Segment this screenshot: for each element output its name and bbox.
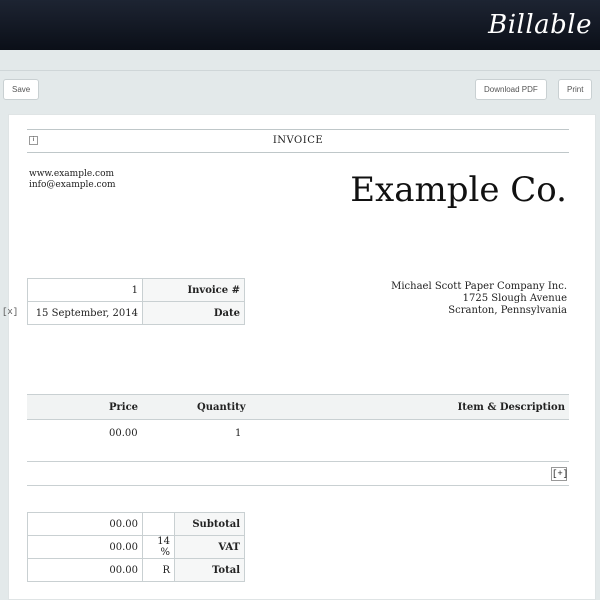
contact-block: www.example.com info@example.com xyxy=(29,169,116,191)
vat-row: 00.00 14 % VAT xyxy=(27,535,245,559)
subtotal-label: Subtotal xyxy=(174,512,245,536)
print-button[interactable]: Print xyxy=(558,79,593,100)
subtotal-row: 00.00 Subtotal xyxy=(27,512,245,536)
date-row: 15 September, 2014 Date xyxy=(27,301,245,325)
invoice-title[interactable]: INVOICE xyxy=(27,135,569,146)
subtotal-value: 00.00 xyxy=(27,512,143,536)
date-label: Date xyxy=(142,301,245,325)
total-row: 00.00 R Total xyxy=(27,558,245,582)
client-address: Michael Scott Paper Company Inc. 1725 Sl… xyxy=(391,281,567,317)
invoice-number-label: Invoice # xyxy=(142,278,245,302)
items-table-header: Price Quantity Item & Description xyxy=(27,394,569,420)
subtotal-empty-cell xyxy=(142,512,175,536)
items-divider xyxy=(27,485,569,486)
invoice-paper: i INVOICE www.example.com info@example.c… xyxy=(8,114,596,600)
invoice-header: i INVOICE xyxy=(27,129,569,153)
download-pdf-button[interactable]: Download PDF xyxy=(475,79,547,100)
delete-row-button[interactable]: [x] xyxy=(2,307,18,317)
invoice-number-value[interactable]: 1 xyxy=(27,278,143,302)
address-line-2[interactable]: 1725 Slough Avenue xyxy=(391,293,567,305)
item-quantity-cell[interactable]: 1 xyxy=(235,428,241,439)
quantity-header: Quantity xyxy=(197,402,246,413)
table-row: 00.00 1 xyxy=(27,420,569,462)
total-value: 00.00 xyxy=(27,558,143,582)
vat-label: VAT xyxy=(174,535,245,559)
vat-rate[interactable]: 14 % xyxy=(142,535,175,559)
add-row-button[interactable]: [+] xyxy=(551,467,568,481)
item-price-cell[interactable]: 00.00 xyxy=(109,428,138,439)
website-text[interactable]: www.example.com xyxy=(29,169,116,180)
app-logo[interactable]: Billable xyxy=(488,10,592,40)
total-currency[interactable]: R xyxy=(142,558,175,582)
invoice-meta-table: 1 Invoice # 15 September, 2014 Date xyxy=(27,278,245,325)
toolbar: Save Download PDF Print xyxy=(0,70,600,106)
top-bar: Billable xyxy=(0,0,600,50)
vat-value: 00.00 xyxy=(27,535,143,559)
price-header: Price xyxy=(109,402,139,413)
email-text[interactable]: info@example.com xyxy=(29,180,116,191)
invoice-number-row: 1 Invoice # xyxy=(27,278,245,302)
save-button[interactable]: Save xyxy=(3,79,40,100)
date-value[interactable]: 15 September, 2014 xyxy=(27,301,143,325)
total-label: Total xyxy=(174,558,245,582)
address-line-1[interactable]: Michael Scott Paper Company Inc. xyxy=(391,281,567,293)
totals-table: 00.00 Subtotal 00.00 14 % VAT 00.00 R To… xyxy=(27,512,245,582)
company-name[interactable]: Example Co. xyxy=(350,170,567,210)
address-line-3[interactable]: Scranton, Pennsylvania xyxy=(391,305,567,317)
description-header: Item & Description xyxy=(457,402,565,413)
